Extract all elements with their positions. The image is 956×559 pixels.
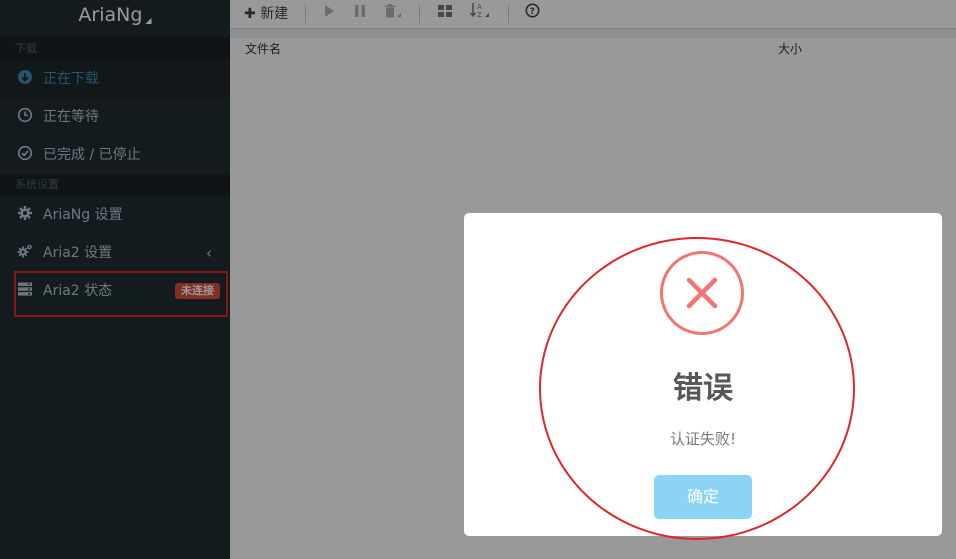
error-x-icon xyxy=(660,251,744,335)
dialog-message: 认证失败! xyxy=(669,430,736,448)
error-dialog: 错误 认证失败! 确定 xyxy=(464,213,942,536)
dialog-title: 错误 xyxy=(673,371,733,406)
confirm-button[interactable]: 确定 xyxy=(654,475,752,519)
